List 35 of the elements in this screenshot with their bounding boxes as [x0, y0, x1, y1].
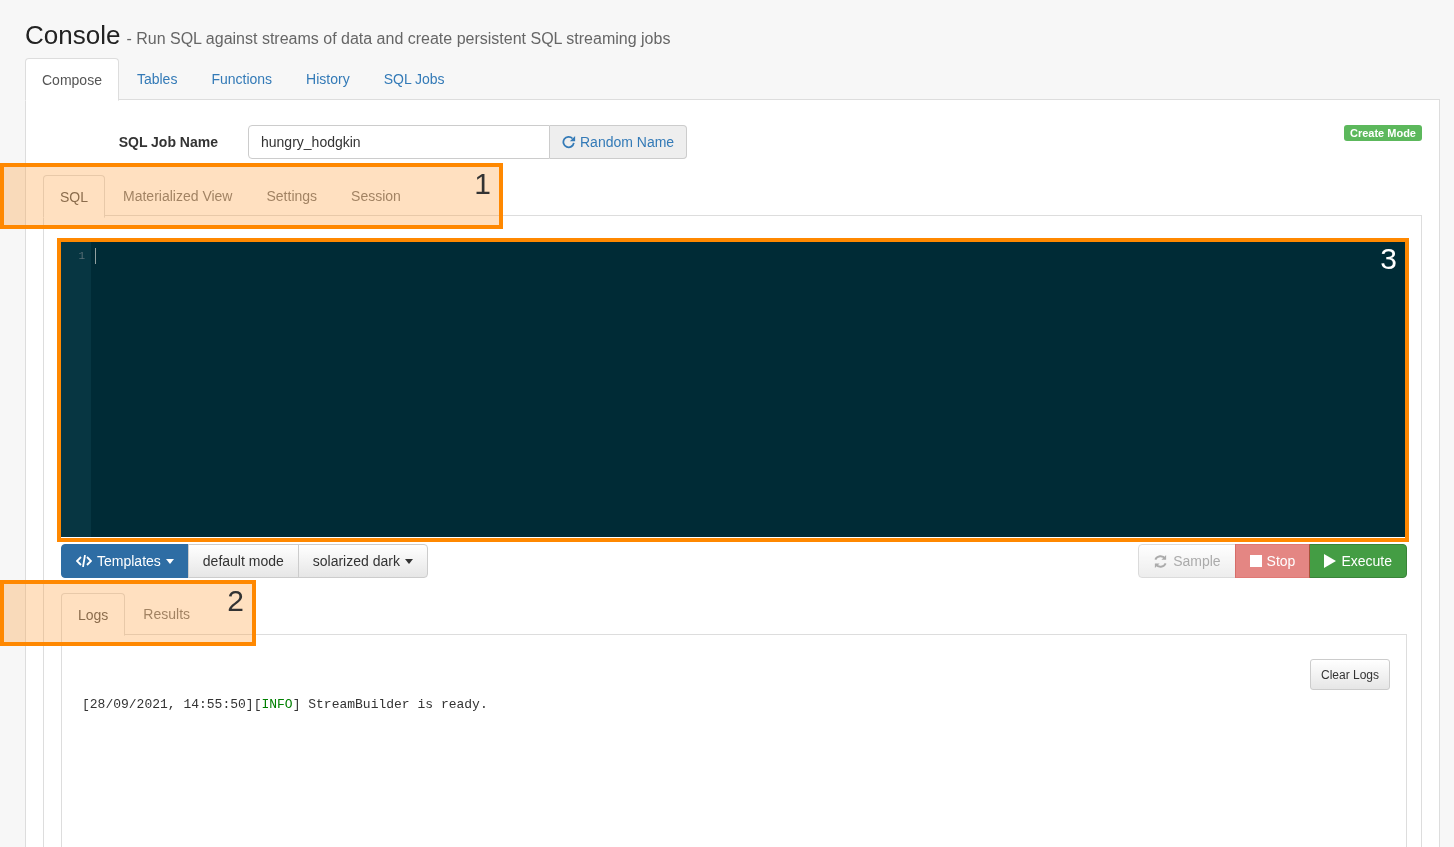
refresh-icon	[562, 135, 576, 149]
output-tab[interactable]: Logs	[61, 593, 126, 636]
play-icon	[1324, 554, 1337, 568]
annotation-number: 2	[227, 584, 244, 618]
log-line: [28/09/2021, 14:55:50][INFO] StreamBuilder is ready.	[82, 697, 489, 712]
nav-tab[interactable]: Tables	[120, 58, 194, 100]
caret-icon	[404, 558, 413, 564]
editor-tab[interactable]: Materialized View	[107, 175, 249, 217]
page-subtitle: - Run SQL against streams of data and create persistent SQL streaming jobs	[126, 30, 671, 48]
nav-tab[interactable]: SQL Jobs	[367, 58, 461, 100]
job-name-field[interactable]: hungry_hodgkin	[248, 125, 550, 159]
annotation-number: 1	[474, 167, 491, 201]
line-number: 1	[77, 250, 86, 262]
stop-icon	[1249, 555, 1262, 567]
editor-tab[interactable]: Settings	[250, 175, 334, 217]
theme-dropdown[interactable]: solarized dark	[297, 544, 428, 578]
caret-icon	[165, 558, 174, 564]
annotation-number: 3	[1380, 242, 1397, 276]
code-icon	[76, 555, 92, 567]
refresh-icon	[1153, 553, 1169, 569]
nav-tab[interactable]: Compose	[25, 58, 119, 101]
text-cursor	[95, 248, 96, 264]
templates-button[interactable]: Templates	[61, 544, 189, 578]
editor-tab[interactable]: SQL	[43, 175, 105, 218]
job-name-label: SQL Job Name	[117, 134, 219, 150]
nav-tab[interactable]: History	[290, 58, 366, 100]
random-name-button[interactable]: Random Name	[550, 125, 688, 159]
editor-tab[interactable]: Session	[335, 175, 417, 217]
output-tab[interactable]: Results	[127, 593, 207, 635]
page-title: Console	[25, 20, 121, 51]
mode-badge: Create Mode	[1343, 125, 1422, 141]
keymap-button[interactable]: default mode	[187, 544, 299, 578]
execute-button[interactable]: Execute	[1309, 544, 1407, 578]
nav-tab[interactable]: Functions	[195, 58, 289, 100]
clear-logs-button[interactable]: Clear Logs	[1309, 659, 1390, 690]
